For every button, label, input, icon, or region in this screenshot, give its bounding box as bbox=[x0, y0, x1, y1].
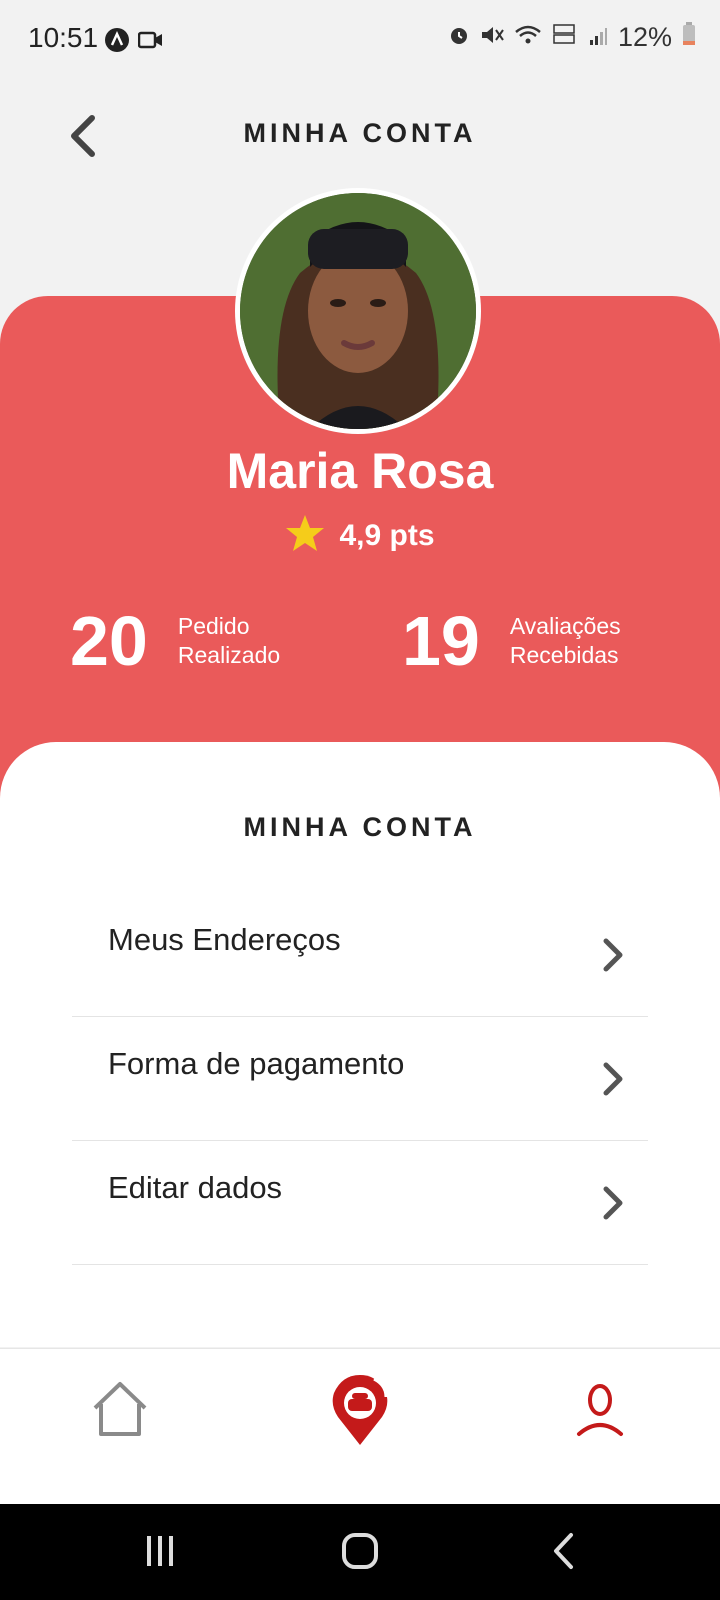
menu-item-label: Editar dados bbox=[108, 1170, 283, 1205]
chevron-right-icon bbox=[602, 938, 624, 977]
menu-item-label: Meus Endereços bbox=[108, 922, 341, 957]
section-title: MINHA CONTA bbox=[243, 812, 477, 842]
chevron-right-icon bbox=[602, 1186, 624, 1225]
volte-icon bbox=[552, 22, 578, 53]
recent-apps-button[interactable] bbox=[130, 1528, 190, 1578]
app-notification-icon bbox=[104, 27, 130, 58]
nav-home-button[interactable] bbox=[80, 1371, 160, 1451]
bottom-nav bbox=[0, 1348, 720, 1505]
user-rating: 4,9 pts bbox=[0, 514, 720, 557]
stat-orders-label-line1: Pedido bbox=[177, 613, 250, 639]
avatar bbox=[235, 188, 481, 434]
delivery-location-icon bbox=[328, 1371, 392, 1452]
menu-item-addresses[interactable]: Meus Endereços bbox=[72, 892, 648, 1017]
menu-item-label: Forma de pagamento bbox=[108, 1046, 405, 1081]
stat-reviews-value: 19 bbox=[402, 602, 480, 680]
system-back-button[interactable] bbox=[534, 1528, 594, 1578]
signal-icon bbox=[588, 22, 608, 53]
mute-icon bbox=[480, 22, 504, 53]
system-home-button[interactable] bbox=[330, 1528, 390, 1578]
star-icon bbox=[285, 514, 325, 557]
alarm-icon bbox=[448, 22, 470, 53]
stat-reviews: 19 Avaliações Recebidas bbox=[402, 606, 621, 676]
menu-item-payment[interactable]: Forma de pagamento bbox=[72, 1016, 648, 1141]
wifi-icon bbox=[514, 22, 542, 53]
stat-orders-value: 20 bbox=[70, 602, 148, 680]
home-icon bbox=[89, 1380, 151, 1443]
stat-reviews-label-line1: Avaliações bbox=[509, 613, 621, 639]
system-back-icon bbox=[551, 1532, 577, 1575]
stat-orders-label-line2: Realizado bbox=[177, 642, 281, 668]
rating-value: 4,9 pts bbox=[339, 518, 435, 552]
stat-reviews-label-line2: Recebidas bbox=[509, 642, 619, 668]
battery-percent: 12% bbox=[617, 22, 672, 52]
video-icon bbox=[137, 29, 164, 56]
status-time: 10:51 bbox=[28, 22, 99, 53]
user-name: Maria Rosa bbox=[226, 443, 494, 499]
stat-orders: 20 Pedido Realizado bbox=[70, 606, 280, 676]
chevron-right-icon bbox=[602, 1062, 624, 1101]
menu-item-edit-data[interactable]: Editar dados bbox=[72, 1140, 648, 1265]
page-title: MINHA CONTA bbox=[243, 118, 477, 148]
system-home-icon bbox=[340, 1531, 380, 1576]
system-nav-bar bbox=[0, 1504, 720, 1600]
nav-delivery-button[interactable] bbox=[320, 1371, 400, 1451]
account-menu: MINHA CONTA Meus Endereços Forma de paga… bbox=[0, 742, 720, 1347]
battery-icon bbox=[682, 22, 696, 53]
recent-apps-icon bbox=[143, 1534, 177, 1573]
profile-icon bbox=[575, 1380, 625, 1443]
nav-profile-button[interactable] bbox=[560, 1371, 640, 1451]
status-bar: 10:51 12% bbox=[0, 0, 720, 80]
